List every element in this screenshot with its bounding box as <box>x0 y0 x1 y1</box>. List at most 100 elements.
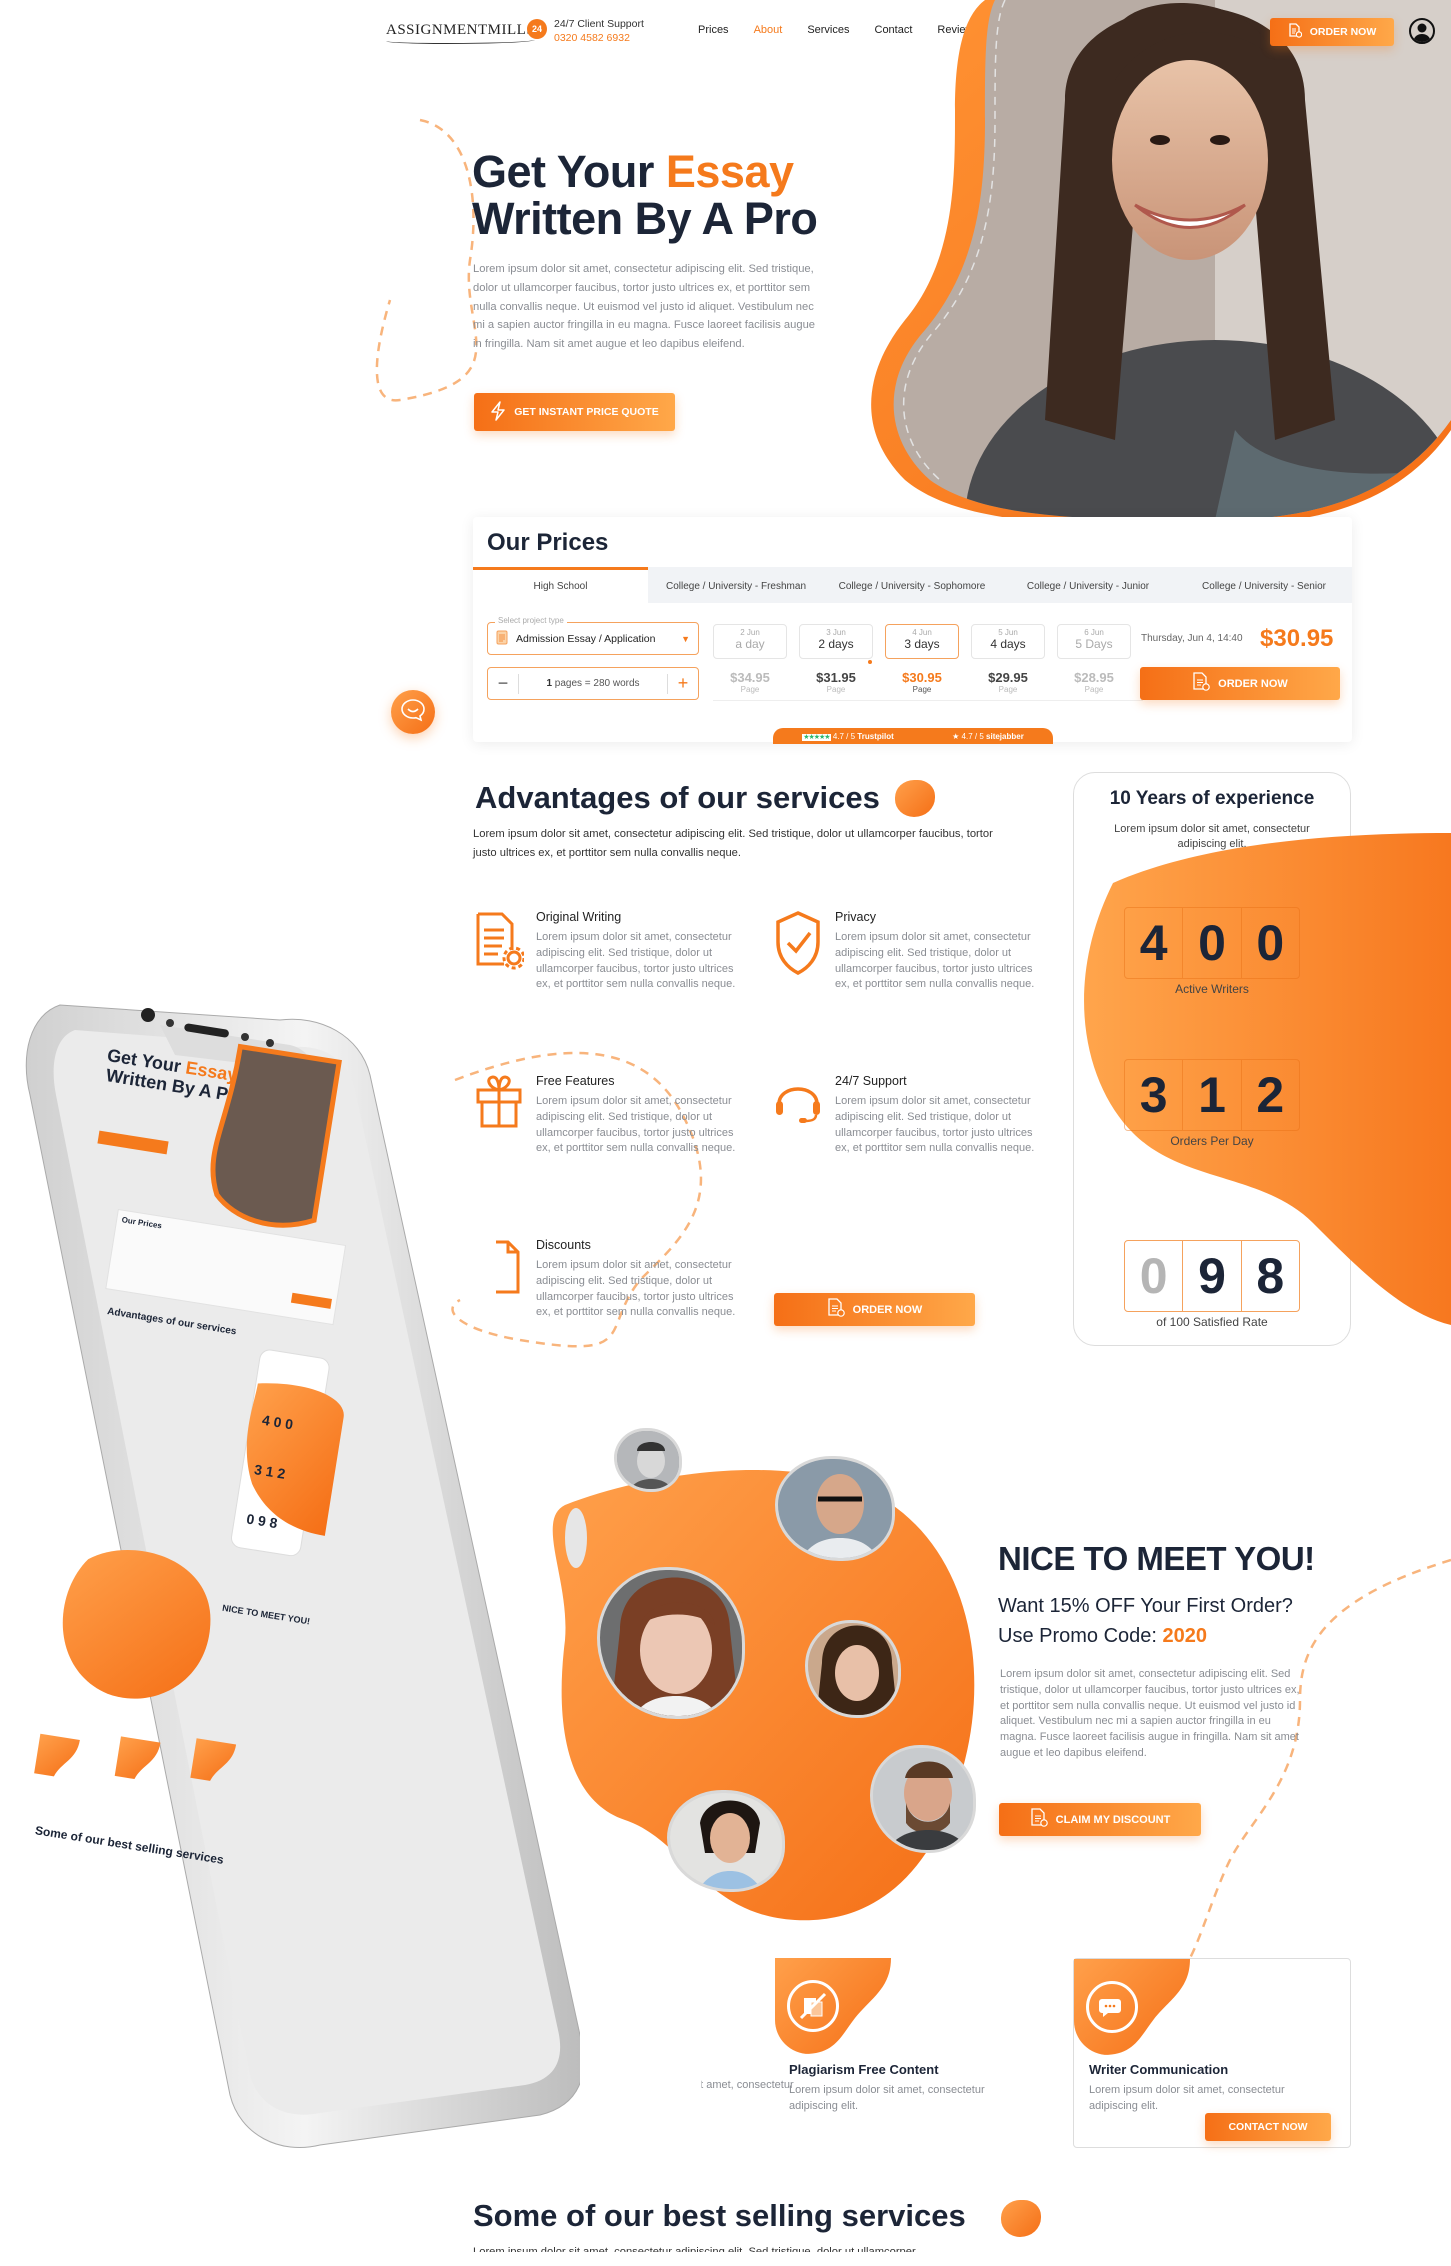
deadline-label: 2 days <box>818 637 854 651</box>
deadline-date: 2 Jun <box>740 628 760 637</box>
user-account-icon[interactable] <box>1409 18 1435 44</box>
feature-text: Lorem ipsum dolor sit amet, consectetur … <box>835 931 1035 991</box>
deadline-option[interactable]: 5 Jun 4 days <box>971 624 1045 659</box>
pages-display: 1 pages = 280 words <box>518 673 668 694</box>
counter-label: Orders Per Day <box>1170 1134 1254 1148</box>
header-order-label: ORDER NOW <box>1309 26 1377 38</box>
contact-now-button[interactable]: CONTACT NOW <box>1205 2113 1331 2141</box>
tab-senior[interactable]: College / University - Senior <box>1176 567 1352 603</box>
tab-freshman[interactable]: College / University - Freshman <box>648 567 824 603</box>
rate-unit: Page <box>740 685 760 694</box>
rate-item: $31.95 Page <box>799 670 873 694</box>
advantages-order-button[interactable]: ORDER NOW <box>774 1293 975 1326</box>
tab-junior[interactable]: College / University - Junior <box>1000 567 1176 603</box>
service-card-shape <box>1074 1959 1190 2055</box>
instant-quote-button[interactable]: GET INSTANT PRICE QUOTE <box>474 393 675 431</box>
decrease-pages-button[interactable]: − <box>488 668 518 699</box>
advantages-description: Lorem ipsum dolor sit amet, consectetur … <box>473 828 993 859</box>
rate-item: $28.95 Page <box>1057 670 1131 694</box>
rate-unit: Page <box>912 685 932 694</box>
deadline-option[interactable]: 3 Jun 2 days <box>799 624 873 659</box>
review-ratings-bar: ★★★★★ 4.7 / 5 Trustpilot ★ 4.7 / 5 sitej… <box>773 728 1053 744</box>
hero-title-line2: Written By A Pro <box>472 193 818 244</box>
team-avatar <box>614 1428 682 1492</box>
claim-discount-button[interactable]: CLAIM MY DISCOUNT <box>999 1803 1201 1836</box>
academic-level-tabs: High School College / University - Fresh… <box>473 567 1352 603</box>
deadline-option[interactable]: 2 Jun a day <box>713 624 787 659</box>
feature-title: Original Writing <box>536 910 622 924</box>
counter-satisfied-rate: 0 9 8 <box>1124 1240 1300 1312</box>
hero-description: Lorem ipsum dolor sit amet, consectetur … <box>473 263 816 351</box>
live-chat-button[interactable] <box>391 690 435 734</box>
due-date: Thursday, Jun 4, 14:40 <box>1141 633 1243 644</box>
hero-title-part1: Get Your <box>472 146 666 197</box>
rate-price: $31.95 <box>816 670 856 685</box>
phone-mockup-image: Get Your Essay Written By A Pro Our Pric… <box>25 1004 580 2149</box>
header-order-button[interactable]: ORDER NOW <box>1270 18 1394 46</box>
chat-bubbles-icon <box>1086 1981 1138 2033</box>
order-document-icon <box>1030 1808 1048 1831</box>
support-label: 24/7 Client Support <box>554 18 644 30</box>
prices-order-button[interactable]: ORDER NOW <box>1140 667 1340 700</box>
promo-label: Use Promo Code: <box>998 1625 1163 1647</box>
gift-icon <box>474 1074 524 1134</box>
meet-title: NICE TO MEET YOU! <box>998 1540 1315 1577</box>
service-title: Writer Communication <box>1089 2062 1229 2077</box>
rate-item: $29.95 Page <box>971 670 1045 694</box>
counter-digit: 4 <box>1125 908 1184 978</box>
counter-label: of 100 Satisfied Rate <box>1156 1315 1268 1329</box>
counter-digit: 3 <box>1125 1060 1184 1130</box>
support-phone[interactable]: 0320 4582 6932 <box>554 32 630 44</box>
nav-about[interactable]: About <box>754 24 783 36</box>
counter-label: Active Writers <box>1175 982 1249 996</box>
order-document-icon <box>1288 23 1302 41</box>
feature-text: Lorem ipsum dolor sit amet, consectetur … <box>536 931 736 991</box>
service-title: Plagiarism Free Content <box>789 2062 939 2077</box>
deadline-label: 3 days <box>904 637 940 651</box>
rates-divider <box>713 700 1143 701</box>
counter-digit: 8 <box>1256 1248 1285 1304</box>
order-document-icon <box>827 1298 845 1321</box>
brand-logo[interactable]: ASSIGNMENTMILLS <box>386 22 536 44</box>
pages-words: pages = 280 words <box>554 677 640 689</box>
tab-high-school[interactable]: High School <box>473 567 648 603</box>
document-gear-icon <box>474 910 526 970</box>
hero-photo <box>871 0 1451 520</box>
rate-price: $29.95 <box>988 670 1028 685</box>
counter-active-writers: 4 0 0 <box>1124 907 1300 979</box>
feature-title: Privacy <box>835 910 876 924</box>
deadline-date: 4 Jun <box>912 628 932 637</box>
promo-code[interactable]: 2020 <box>1163 1625 1208 1647</box>
deadline-date: 6 Jun <box>1084 628 1104 637</box>
offer-line: Want 15% OFF Your First Order? <box>998 1595 1293 1617</box>
counter-digit: 0 <box>1183 908 1242 978</box>
increase-pages-button[interactable]: + <box>668 668 698 699</box>
tab-sophomore[interactable]: College / University - Sophomore <box>824 567 1000 603</box>
hero-title-highlight: Essay <box>665 146 794 197</box>
order-document-icon <box>1192 672 1210 695</box>
sitejabber-name: sitejabber <box>986 731 1024 741</box>
deadline-label: a day <box>735 637 765 651</box>
feature-title: Discounts <box>536 1238 591 1252</box>
headset-icon <box>773 1074 823 1134</box>
feature-text: Lorem ipsum dolor sit amet, consectetur … <box>536 1259 736 1319</box>
stats-description: Lorem ipsum dolor sit amet, consectetur … <box>1114 823 1310 850</box>
service-text: Lorem ipsum dolor sit amet, consectetur … <box>789 2084 985 2112</box>
decorative-bubble <box>565 1508 587 1568</box>
counter-digit: 9 <box>1183 1241 1242 1311</box>
project-type-select[interactable]: Select project type Admission Essay / Ap… <box>487 616 699 655</box>
deadline-date: 3 Jun <box>826 628 846 637</box>
page-rates: $34.95 Page $31.95 Page $30.95 Page $29.95 P… <box>713 670 1131 694</box>
nav-prices[interactable]: Prices <box>698 24 729 36</box>
discount-document-icon <box>474 1238 524 1298</box>
service-card-plagiarism <box>775 1958 891 2054</box>
trustpilot-rating[interactable]: ★★★★★ 4.7 / 5 Trustpilot <box>802 732 894 741</box>
deadline-option[interactable]: 6 Jun 5 Days <box>1057 624 1131 659</box>
counter-digit: 1 <box>1183 1060 1242 1130</box>
sitejabber-rating[interactable]: ★ 4.7 / 5 sitejabber <box>952 732 1024 741</box>
prices-calculator: Our Prices High School College / Univers… <box>473 517 1352 744</box>
deadline-option-selected[interactable]: 4 Jun 3 days <box>885 624 959 659</box>
project-type-legend: Select project type <box>495 616 567 625</box>
chat-smile-icon <box>400 698 426 727</box>
star-icon: ★ <box>952 731 960 741</box>
